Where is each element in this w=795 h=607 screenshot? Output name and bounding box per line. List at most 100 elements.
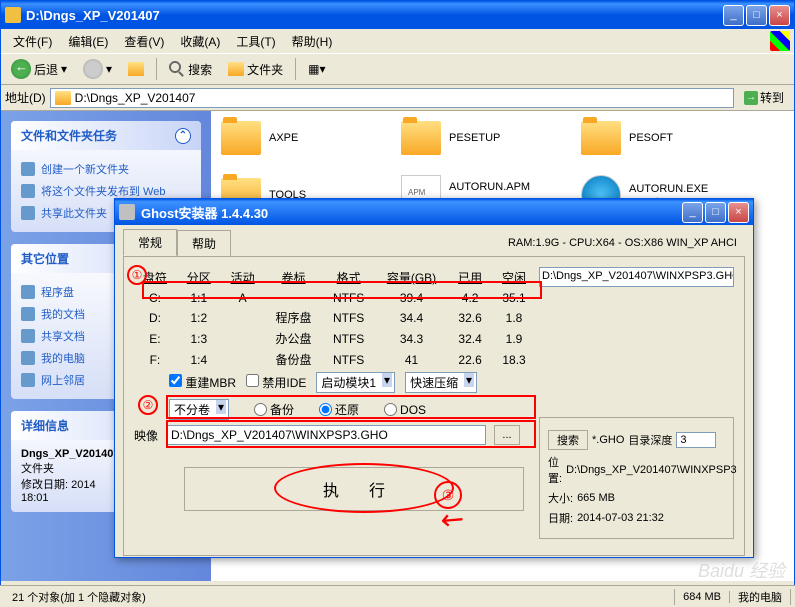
go-button[interactable]: →转到 xyxy=(738,87,790,108)
ghost-titlebar: Ghost安装器 1.4.4.30 _ □ × xyxy=(115,199,753,225)
menu-help[interactable]: 帮助(H) xyxy=(284,31,341,52)
depth-input[interactable] xyxy=(676,432,716,448)
minimize-button[interactable]: _ xyxy=(723,5,744,26)
info-box: 搜索 *.GHO 目录深度 位置:D:\Dngs_XP_V201407\WINX… xyxy=(539,417,734,539)
menubar: 文件(F) 编辑(E) 查看(V) 收藏(A) 工具(T) 帮助(H) xyxy=(1,29,794,53)
task-new-folder[interactable]: 创建一个新文件夹 xyxy=(21,158,191,180)
disk-table: 盘符 分区 活动 卷标 格式 容量(GB) 已用 空闲 C:1:1ANTFS39… xyxy=(132,265,537,371)
back-icon xyxy=(11,59,31,79)
drive-icon xyxy=(21,285,35,299)
search-row: 搜索 *.GHO 目录深度 xyxy=(548,430,725,450)
ghost-minimize-button[interactable]: _ xyxy=(682,202,703,223)
status-objects: 21 个对象(加 1 个隐藏对象) xyxy=(4,589,675,605)
table-row-e[interactable]: E:1:3办公盘NTFS34.332.41.9 xyxy=(134,329,535,348)
up-button[interactable] xyxy=(122,60,150,78)
ghost-close-button[interactable]: × xyxy=(728,202,749,223)
window-title: D:\Dngs_XP_V201407 xyxy=(26,8,723,23)
search-button[interactable]: 搜索 xyxy=(548,430,588,450)
col-format: 格式 xyxy=(323,267,373,288)
back-button[interactable]: 后退 ▾ xyxy=(5,57,73,81)
right-panel: D:\Dngs_XP_V201407\WINXPSP3.GHO 搜索 *.GHO… xyxy=(539,267,734,539)
tab-pane: 盘符 分区 活动 卷标 格式 容量(GB) 已用 空闲 C:1:1ANTFS39… xyxy=(123,256,745,556)
table-row-c[interactable]: C:1:1ANTFS39.44.235.1 xyxy=(134,290,535,306)
menu-file[interactable]: 文件(F) xyxy=(5,31,60,52)
folder-pesoft[interactable]: PESOFT xyxy=(581,121,741,155)
compress-combo[interactable]: 快速压缩 xyxy=(405,372,477,393)
forward-button[interactable]: ▾ xyxy=(77,57,118,81)
collapse-icon[interactable]: ⌃ xyxy=(175,128,191,144)
browse-button[interactable]: ... xyxy=(494,425,520,445)
address-input[interactable]: D:\Dngs_XP_V201407 xyxy=(50,88,734,108)
go-arrow-icon: → xyxy=(744,91,758,105)
address-label: 地址(D) xyxy=(5,89,46,106)
depth-label: 目录深度 xyxy=(628,432,672,448)
radio-restore[interactable]: 还原 xyxy=(319,399,359,420)
size-row: 大小:665 MB xyxy=(548,490,725,506)
separator xyxy=(295,58,296,80)
image-row: 映像 ... xyxy=(134,425,520,445)
tab-general[interactable]: 常规 xyxy=(123,229,177,256)
up-folder-icon xyxy=(128,62,144,76)
network-icon xyxy=(21,373,35,387)
folder-pesetup[interactable]: PESETUP xyxy=(401,121,561,155)
col-partition: 分区 xyxy=(178,267,220,288)
folder-icon xyxy=(581,121,621,155)
options-row: 重建MBR 禁用IDE 启动模块1 快速压缩 xyxy=(169,372,477,393)
tab-help[interactable]: 帮助 xyxy=(177,230,231,256)
search-button[interactable]: 搜索 xyxy=(163,59,218,80)
image-label: 映像 xyxy=(134,427,158,444)
annotation-2: ② xyxy=(138,395,158,415)
col-capacity: 容量(GB) xyxy=(376,267,447,288)
system-info: RAM:1.9G - CPU:X64 - OS:X86 WIN_XP AHCI xyxy=(508,237,745,249)
ghost-installer-dialog: Ghost安装器 1.4.4.30 _ □ × 常规 帮助 RAM:1.9G -… xyxy=(114,198,754,558)
forward-icon xyxy=(83,59,103,79)
table-row-d[interactable]: D:1:2程序盘NTFS34.432.61.8 xyxy=(134,308,535,327)
table-row-f[interactable]: F:1:4备份盘NTFS4122.618.3 xyxy=(134,350,535,369)
maximize-button[interactable]: □ xyxy=(746,5,767,26)
right-path-box[interactable]: D:\Dngs_XP_V201407\WINXPSP3.GHO xyxy=(539,267,734,287)
ghost-window-controls: _ □ × xyxy=(682,202,749,223)
computer-icon xyxy=(21,351,35,365)
boot-module-combo[interactable]: 启动模块1 xyxy=(316,372,395,393)
publish-icon xyxy=(21,184,35,198)
ghost-content: 常规 帮助 RAM:1.9G - CPU:X64 - OS:X86 WIN_XP… xyxy=(115,225,753,557)
menu-tools[interactable]: 工具(T) xyxy=(228,31,283,52)
radio-dos[interactable]: DOS xyxy=(384,399,426,420)
tasks-header: 文件和文件夹任务⌃ xyxy=(11,121,201,150)
menu-edit[interactable]: 编辑(E) xyxy=(60,31,116,52)
new-folder-icon xyxy=(21,162,35,176)
menu-favorites[interactable]: 收藏(A) xyxy=(172,31,228,52)
split-combo[interactable]: 不分卷 xyxy=(169,399,229,420)
disable-ide-checkbox[interactable]: 禁用IDE xyxy=(246,374,306,391)
addressbar: 地址(D) D:\Dngs_XP_V201407 →转到 xyxy=(1,85,794,111)
folder-axpe[interactable]: AXPE xyxy=(221,121,381,155)
documents-icon xyxy=(21,307,35,321)
statusbar: 21 个对象(加 1 个隐藏对象) 684 MB 我的电脑 xyxy=(0,585,795,607)
status-location: 我的电脑 xyxy=(730,589,791,605)
col-label: 卷标 xyxy=(266,267,322,288)
tab-row: 常规 帮助 RAM:1.9G - CPU:X64 - OS:X86 WIN_XP… xyxy=(115,225,753,256)
image-path-input[interactable] xyxy=(166,425,486,445)
radio-row: 不分卷 备份 还原 DOS xyxy=(169,399,426,420)
radio-backup[interactable]: 备份 xyxy=(254,399,294,420)
folder-icon xyxy=(5,7,21,23)
separator xyxy=(156,58,157,80)
views-button[interactable]: ▦▾ xyxy=(302,60,331,78)
share-icon xyxy=(21,206,35,220)
rebuild-mbr-checkbox[interactable]: 重建MBR xyxy=(169,374,236,391)
close-button[interactable]: × xyxy=(769,5,790,26)
annotation-oval-3 xyxy=(274,463,454,513)
col-free: 空闲 xyxy=(493,267,535,288)
col-used: 已用 xyxy=(449,267,491,288)
folders-button[interactable]: 文件夹 xyxy=(222,59,289,80)
shared-icon xyxy=(21,329,35,343)
date-row: 日期:2014-07-03 21:32 xyxy=(548,510,725,526)
explorer-titlebar: D:\Dngs_XP_V201407 _ □ × xyxy=(1,1,794,29)
folder-icon xyxy=(221,121,261,155)
search-icon xyxy=(169,61,185,77)
pattern-label: *.GHO xyxy=(592,434,624,446)
ghost-maximize-button[interactable]: □ xyxy=(705,202,726,223)
folder-icon xyxy=(55,91,71,105)
ghost-icon xyxy=(119,204,135,220)
menu-view[interactable]: 查看(V) xyxy=(116,31,172,52)
